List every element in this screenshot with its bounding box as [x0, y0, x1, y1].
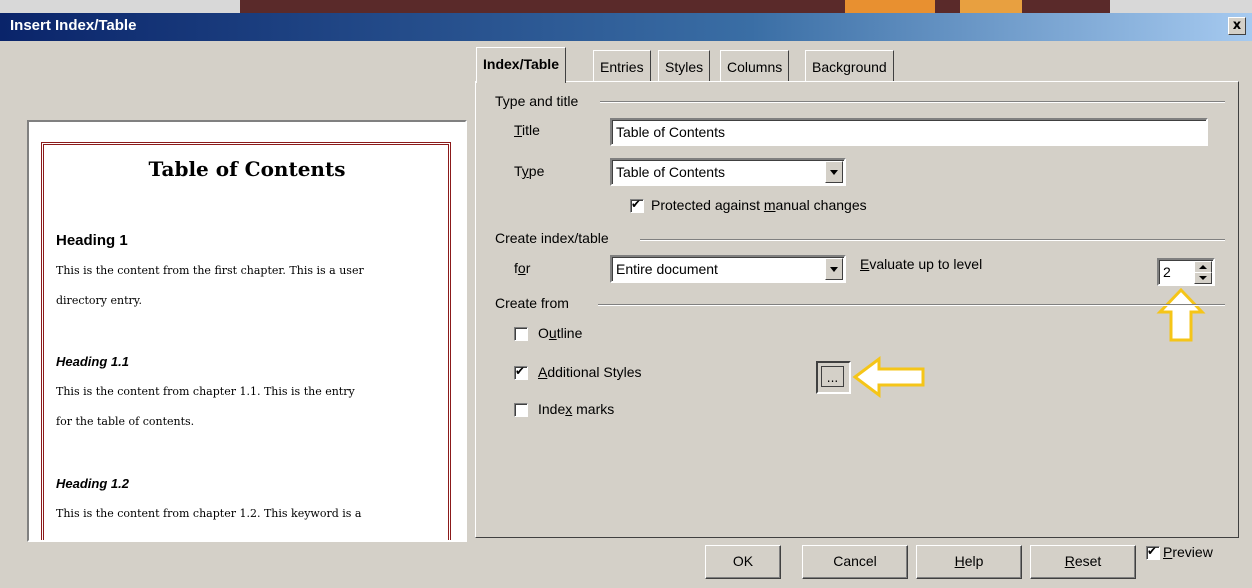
title-bar[interactable]: Insert Index/Table x [0, 13, 1252, 41]
additional-styles-label: Additional Styles [538, 364, 642, 380]
scope-select-value: Entire document [616, 261, 718, 277]
preview-panel: Table of Contents Heading 1 This is the … [27, 120, 467, 542]
close-button[interactable]: x [1228, 17, 1246, 35]
preview-checkbox[interactable] [1146, 544, 1160, 560]
section-type-and-title: Type and title [495, 93, 579, 109]
tab-index-table[interactable]: Index/Table [476, 47, 566, 83]
preview-heading-1-2: Heading 1.2 [56, 476, 129, 491]
up-arrow-annotation-icon [1156, 287, 1206, 342]
section-create-index: Create index/table [495, 230, 609, 246]
preview-heading-1-1: Heading 1.1 [56, 354, 129, 369]
index-marks-checkbox[interactable] [514, 403, 528, 417]
window-title: Insert Index/Table [10, 17, 137, 34]
preview-paragraph-line: directory entry. [56, 294, 143, 307]
ok-button[interactable]: OK [705, 545, 781, 579]
preview-paragraph-line: This is the content from chapter 1.1. Th… [56, 385, 355, 398]
additional-styles-ellipsis-button[interactable]: ... [816, 361, 851, 394]
preview-toc-title: Table of Contents [148, 157, 346, 181]
preview-label: Preview [1163, 544, 1213, 560]
type-label: Type [514, 163, 545, 179]
cancel-button[interactable]: Cancel [802, 545, 908, 579]
spin-down-button[interactable] [1194, 272, 1212, 284]
tab-styles[interactable]: Styles [658, 50, 711, 81]
evaluate-level-label: Evaluate up to level [860, 256, 983, 272]
section-divider [640, 239, 1225, 241]
outline-label: Outline [538, 325, 583, 341]
section-divider [598, 304, 1225, 306]
section-create-from: Create from [495, 295, 569, 311]
background-strip [0, 0, 1252, 13]
tab-background[interactable]: Background [805, 50, 894, 81]
left-arrow-annotation-icon [852, 356, 925, 398]
preview-paragraph-line: This is the content from the first chapt… [56, 264, 364, 277]
chevron-down-icon[interactable] [825, 258, 843, 280]
tab-columns[interactable]: Columns [720, 50, 790, 81]
title-input[interactable]: Table of Contents [610, 118, 1208, 146]
type-select[interactable]: Table of Contents [610, 158, 846, 186]
level-spinbox[interactable]: 2 [1157, 258, 1215, 286]
index-marks-label: Index marks [538, 401, 615, 417]
protected-label: Protected against manual changes [651, 197, 867, 213]
reset-button[interactable]: Reset [1030, 545, 1136, 579]
preview-paragraph-line: for the table of contents. [56, 415, 195, 428]
protected-checkbox[interactable] [630, 197, 644, 213]
tab-panel [475, 81, 1239, 538]
preview-heading-1: Heading 1 [56, 232, 128, 249]
for-label: for [514, 260, 531, 276]
help-button[interactable]: Help [916, 545, 1022, 579]
level-value: 2 [1163, 264, 1171, 280]
type-select-value: Table of Contents [616, 164, 725, 180]
section-divider [600, 101, 1225, 103]
scope-select[interactable]: Entire document [610, 255, 846, 283]
chevron-down-icon[interactable] [825, 161, 843, 183]
additional-styles-checkbox[interactable] [514, 364, 528, 380]
preview-paragraph-line: This is the content from chapter 1.2. Th… [56, 507, 362, 520]
outline-checkbox[interactable] [514, 327, 528, 341]
tab-entries[interactable]: Entries [593, 50, 651, 81]
ellipsis-label: ... [821, 366, 844, 387]
title-label: Title [514, 122, 540, 138]
